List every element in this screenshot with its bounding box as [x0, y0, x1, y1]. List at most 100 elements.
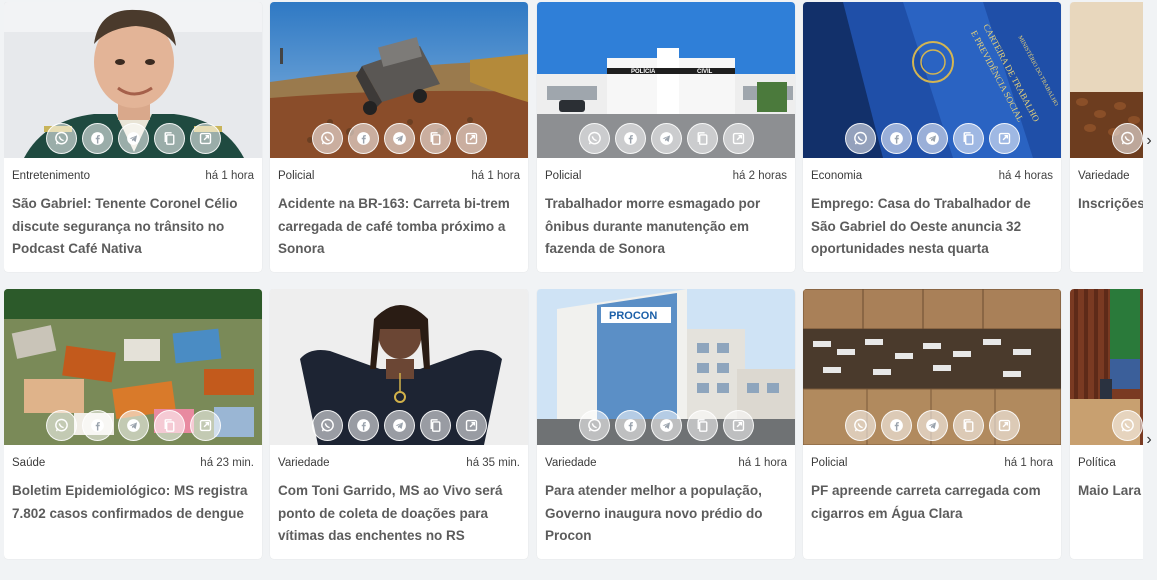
telegram-icon: [125, 417, 142, 434]
share-button[interactable]: [81, 123, 113, 154]
facebook-icon: [355, 417, 372, 434]
news-category[interactable]: Policial: [545, 170, 581, 182]
news-thumbnail[interactable]: [4, 289, 262, 445]
news-thumbnail[interactable]: [4, 2, 262, 158]
news-category[interactable]: Policial: [278, 170, 314, 182]
share-button[interactable]: [650, 123, 682, 154]
news-title[interactable]: Boletim Epidemiológico: MS registra 7.80…: [4, 480, 262, 525]
news-thumbnail[interactable]: [1070, 2, 1143, 158]
share-button[interactable]: [419, 410, 451, 441]
news-title[interactable]: PF apreende carreta carregada com cigarr…: [803, 480, 1061, 525]
copy-icon: [427, 130, 444, 147]
news-category[interactable]: Entretenimento: [12, 170, 90, 182]
carousel-next-arrow-icon[interactable]: ›: [1143, 430, 1155, 450]
news-thumbnail[interactable]: CARTEIRA DE TRABALHO E PREVIDÊNCIA SOCIA…: [803, 2, 1061, 158]
share-button[interactable]: [686, 123, 718, 154]
news-card[interactable]: CARTEIRA DE TRABALHO E PREVIDÊNCIA SOCIA…: [803, 2, 1061, 272]
share-button[interactable]: [916, 410, 948, 441]
news-thumbnail[interactable]: [803, 289, 1061, 445]
news-card[interactable]: Política Maio Lara reforçam evitar viol: [1070, 289, 1143, 559]
share-button[interactable]: [650, 410, 682, 441]
share-button[interactable]: [1111, 410, 1143, 441]
news-thumbnail[interactable]: [270, 2, 528, 158]
share-button[interactable]: [952, 123, 984, 154]
telegram-icon: [391, 417, 408, 434]
news-category[interactable]: Política: [1078, 457, 1116, 469]
carousel-next-arrow-icon[interactable]: ›: [1143, 131, 1155, 151]
news-thumbnail[interactable]: [1070, 289, 1143, 445]
telegram-icon: [924, 130, 941, 147]
share-button[interactable]: [311, 410, 343, 441]
share-button[interactable]: [311, 123, 343, 154]
share-button[interactable]: [844, 123, 876, 154]
share-button[interactable]: [880, 123, 912, 154]
news-time: há 23 min.: [200, 456, 254, 469]
news-card[interactable]: Variedade Inscrições gratuito d derivado…: [1070, 2, 1143, 272]
news-category[interactable]: Policial: [811, 457, 847, 469]
news-time: há 2 horas: [732, 169, 787, 182]
share-button[interactable]: [347, 123, 379, 154]
share-button[interactable]: [189, 123, 221, 154]
news-card[interactable]: Policial há 1 hora PF apreende carreta c…: [803, 289, 1061, 559]
share-button[interactable]: [578, 410, 610, 441]
share-button[interactable]: [455, 410, 487, 441]
share-button[interactable]: [844, 410, 876, 441]
news-title[interactable]: Com Toni Garrido, MS ao Vivo será ponto …: [270, 480, 528, 548]
news-category[interactable]: Variedade: [278, 457, 330, 469]
news-thumbnail[interactable]: PROCON: [537, 289, 795, 445]
share-button[interactable]: [614, 123, 646, 154]
share-button[interactable]: [153, 410, 185, 441]
news-card[interactable]: Variedade há 35 min. Com Toni Garrido, M…: [270, 289, 528, 559]
open-link-icon: [197, 417, 214, 434]
open-link-icon: [996, 417, 1013, 434]
share-button[interactable]: [952, 410, 984, 441]
news-title[interactable]: São Gabriel: Tenente Coronel Célio discu…: [4, 193, 262, 261]
news-time: há 1 hora: [1004, 456, 1053, 469]
news-card[interactable]: Entretenimento há 1 hora São Gabriel: Te…: [4, 2, 262, 272]
share-button[interactable]: [117, 410, 149, 441]
news-category[interactable]: Economia: [811, 170, 862, 182]
news-title[interactable]: Acidente na BR-163: Carreta bi-trem carr…: [270, 193, 528, 261]
news-row-2: Saúde há 23 min. Boletim Epidemiológico:…: [4, 289, 1143, 561]
share-button[interactable]: [722, 410, 754, 441]
share-button[interactable]: [81, 410, 113, 441]
news-title[interactable]: Maio Lara reforçam evitar viol: [1070, 480, 1143, 503]
share-bar: [4, 123, 262, 154]
news-card[interactable]: Policial há 1 hora Acidente na BR-163: C…: [270, 2, 528, 272]
share-button[interactable]: [916, 123, 948, 154]
share-button[interactable]: [419, 123, 451, 154]
news-title[interactable]: Inscrições gratuito d derivados: [1070, 193, 1143, 216]
share-button[interactable]: [880, 410, 912, 441]
news-title[interactable]: Trabalhador morre esmagado por ônibus du…: [537, 193, 795, 261]
news-category[interactable]: Variedade: [1078, 170, 1130, 182]
news-card[interactable]: POLÍCIA CIVIL Policial há 2 horas Trabal…: [537, 2, 795, 272]
news-title[interactable]: Emprego: Casa do Trabalhador de São Gabr…: [803, 193, 1061, 261]
share-button[interactable]: [578, 123, 610, 154]
share-button[interactable]: [45, 410, 77, 441]
share-button[interactable]: [988, 410, 1020, 441]
share-button[interactable]: [988, 123, 1020, 154]
news-category[interactable]: Variedade: [545, 457, 597, 469]
share-button[interactable]: [614, 410, 646, 441]
share-button[interactable]: [153, 123, 185, 154]
share-button[interactable]: [347, 410, 379, 441]
share-button[interactable]: [722, 123, 754, 154]
share-button[interactable]: [383, 123, 415, 154]
news-card[interactable]: Saúde há 23 min. Boletim Epidemiológico:…: [4, 289, 262, 559]
procon-logo: PROCON: [609, 310, 657, 322]
share-button[interactable]: [45, 123, 77, 154]
share-button[interactable]: [686, 410, 718, 441]
news-title[interactable]: Para atender melhor a população, Governo…: [537, 480, 795, 548]
whatsapp-icon: [53, 417, 70, 434]
news-time: há 1 hora: [738, 456, 787, 469]
share-button[interactable]: [455, 123, 487, 154]
share-button[interactable]: [383, 410, 415, 441]
news-card[interactable]: PROCON Variedade há 1 hora Para atender …: [537, 289, 795, 559]
share-button[interactable]: [1111, 123, 1143, 154]
news-category[interactable]: Saúde: [12, 457, 45, 469]
share-button[interactable]: [189, 410, 221, 441]
news-thumbnail[interactable]: POLÍCIA CIVIL: [537, 2, 795, 158]
news-thumbnail[interactable]: [270, 289, 528, 445]
news-time: há 1 hora: [205, 169, 254, 182]
share-button[interactable]: [117, 123, 149, 154]
